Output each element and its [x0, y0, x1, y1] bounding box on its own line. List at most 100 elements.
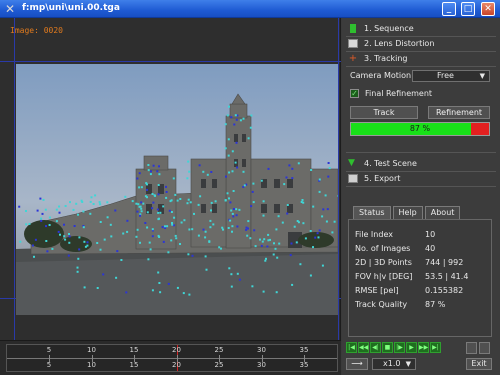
- feature-point: [187, 198, 190, 201]
- step-test-scene[interactable]: ▼ 4. Test Scene: [346, 157, 496, 170]
- feature-point: [138, 172, 141, 175]
- feature-point: [233, 123, 236, 126]
- feature-point: [310, 169, 313, 171]
- feature-point: [142, 202, 145, 205]
- feature-point: [263, 238, 266, 241]
- feature-point: [333, 220, 336, 223]
- feature-point: [146, 211, 149, 214]
- track-button[interactable]: Track: [350, 106, 418, 119]
- feature-point: [157, 193, 160, 196]
- feature-point: [167, 282, 170, 285]
- feature-point: [25, 223, 28, 226]
- feature-point: [122, 232, 125, 235]
- feature-point: [25, 210, 27, 212]
- feature-point: [68, 241, 71, 244]
- timeline-tick: [261, 355, 263, 362]
- feature-point: [317, 236, 320, 239]
- step-sequence[interactable]: 1. Sequence: [346, 22, 496, 35]
- panel-toggle-button[interactable]: [466, 342, 477, 354]
- feature-point: [182, 292, 185, 295]
- play-button[interactable]: ▶: [406, 342, 417, 353]
- feature-point: [126, 230, 129, 233]
- feature-point: [275, 228, 278, 231]
- camera-motion-select[interactable]: Free ▼: [412, 70, 490, 82]
- timeline-tick: [219, 355, 220, 362]
- feature-point: [224, 123, 227, 126]
- feature-point: [48, 224, 51, 226]
- feature-point: [99, 248, 102, 251]
- feature-point: [78, 236, 81, 239]
- feature-point: [48, 216, 51, 219]
- feature-point: [274, 247, 277, 250]
- feature-point: [289, 254, 292, 257]
- feature-point: [69, 201, 71, 204]
- feature-point: [234, 114, 237, 117]
- frame-timeline[interactable]: 5 5 10 10 15 15 20 20 25 25 30 30 35 35: [0, 340, 341, 375]
- fast-forward-button[interactable]: ▶▶: [418, 342, 429, 353]
- panel-toggle-button[interactable]: [479, 342, 490, 354]
- tab-status[interactable]: Status: [353, 206, 391, 219]
- zoom-select[interactable]: x1.0 ▼: [372, 358, 416, 370]
- final-refinement-checkbox[interactable]: ✓: [350, 89, 359, 98]
- feature-point: [76, 266, 79, 269]
- feature-point: [188, 293, 191, 296]
- feature-point: [171, 223, 174, 226]
- feature-point: [309, 274, 312, 277]
- feature-point: [151, 193, 154, 195]
- feature-point: [193, 212, 195, 215]
- stop-button[interactable]: ■: [382, 342, 393, 353]
- film-icon: [350, 24, 356, 33]
- feature-point: [202, 170, 205, 173]
- rewind-button[interactable]: ◀◀: [358, 342, 369, 353]
- minimize-button[interactable]: _: [442, 2, 456, 16]
- feature-point: [262, 214, 265, 217]
- feature-point: [228, 171, 231, 174]
- feature-point: [144, 222, 147, 224]
- feature-point: [147, 164, 150, 166]
- step-forward-button[interactable]: |▶: [394, 342, 405, 353]
- title-bar: ✕ f:mp\uni\uni.00.tga _ □ ✕: [0, 0, 500, 18]
- feature-point: [40, 219, 43, 222]
- step-lens-distortion[interactable]: 2. Lens Distortion: [346, 37, 496, 50]
- feature-point: [229, 201, 232, 204]
- feature-point: [103, 238, 106, 241]
- feature-point: [94, 194, 97, 197]
- exit-button[interactable]: Exit: [466, 358, 492, 370]
- status-row: Track Quality 87 %: [355, 300, 491, 312]
- step-export[interactable]: 5. Export: [346, 172, 496, 185]
- timeline-ruler[interactable]: 5 5 10 10 15 15 20 20 25 25 30 30 35 35: [6, 344, 338, 372]
- step-back-button[interactable]: ◀|: [370, 342, 381, 353]
- feature-point: [228, 197, 230, 200]
- feature-point: [231, 212, 234, 215]
- feature-point: [189, 201, 192, 204]
- feature-point: [138, 205, 141, 208]
- step-tracking[interactable]: + 3. Tracking: [346, 52, 496, 65]
- feature-point: [210, 201, 213, 204]
- tab-help[interactable]: Help: [392, 206, 423, 219]
- tab-about[interactable]: About: [424, 206, 461, 219]
- refinement-button[interactable]: Refinement: [428, 106, 490, 119]
- feature-point: [146, 226, 149, 229]
- timeline-tick-label: 35: [299, 361, 309, 369]
- feature-point: [125, 291, 128, 294]
- video-frame[interactable]: [16, 64, 338, 315]
- feature-point: [36, 209, 39, 212]
- feature-point: [227, 154, 230, 157]
- close-button[interactable]: ✕: [481, 2, 495, 16]
- first-frame-button[interactable]: |◀: [346, 342, 357, 353]
- image-viewer[interactable]: Image: 0020: [0, 18, 341, 340]
- feature-point: [198, 164, 201, 167]
- feature-point: [58, 205, 61, 208]
- status-key: 2D | 3D Points: [355, 258, 412, 267]
- feature-point: [158, 165, 160, 168]
- feature-point: [170, 239, 173, 242]
- feature-point: [206, 173, 209, 176]
- feature-point: [286, 212, 289, 215]
- app-icon[interactable]: ✕: [3, 2, 17, 16]
- feature-point: [269, 238, 271, 241]
- divider: [346, 186, 496, 187]
- loop-toggle-button[interactable]: ⟶: [346, 358, 368, 370]
- last-frame-button[interactable]: ▶|: [430, 342, 441, 353]
- feature-point: [191, 254, 194, 257]
- maximize-button[interactable]: □: [461, 2, 475, 16]
